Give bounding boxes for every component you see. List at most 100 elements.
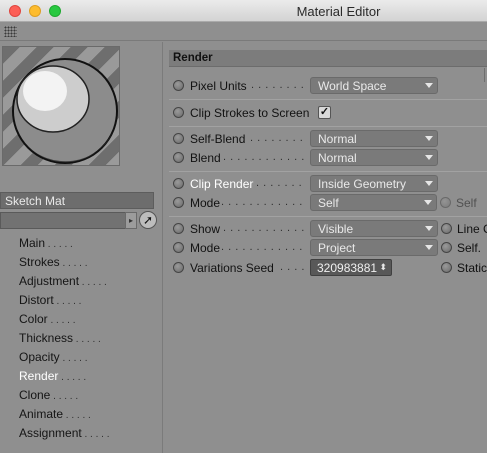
leader-dots: . . . . . bbox=[53, 296, 82, 307]
blend-dropdown[interactable]: Normal bbox=[310, 149, 438, 166]
line-option[interactable]: Line C bbox=[441, 220, 487, 238]
row-pixel-units: Pixel Units . . . . . . . . . . World Sp… bbox=[171, 77, 487, 95]
leader-dots: . . . . . bbox=[280, 261, 307, 273]
leader-dots: . . . . . . . . . . . . . . . . . bbox=[221, 241, 306, 253]
animate-radio[interactable] bbox=[173, 223, 184, 234]
chevron-down-icon bbox=[425, 245, 433, 250]
chevron-down-icon bbox=[425, 155, 433, 160]
stepper-icon[interactable]: ⬍ bbox=[379, 261, 387, 274]
row-show: Show . . . . . . . . . . . . . . . . . V… bbox=[171, 220, 487, 238]
material-preview[interactable] bbox=[2, 46, 120, 166]
self-label: Self. bbox=[457, 241, 482, 255]
leader-dots: . . . . . . . . . . . . . . . . . bbox=[223, 151, 306, 163]
nav-item-adjustment[interactable]: Adjustment . . . . . bbox=[19, 272, 159, 291]
animate-radio[interactable] bbox=[173, 152, 184, 163]
leader-dots: . . . . . bbox=[73, 334, 101, 345]
nav-item-color[interactable]: Color . . . . . bbox=[19, 310, 159, 329]
radio-icon bbox=[441, 242, 452, 253]
row-self-blend: Self-Blend . . . . . . . . . . Normal bbox=[171, 130, 487, 148]
pixel-units-value: World Space bbox=[318, 79, 387, 93]
self-blend-dropdown[interactable]: Normal bbox=[310, 130, 438, 147]
clip-self-option[interactable]: Self bbox=[440, 194, 487, 212]
clip-strokes-checkbox[interactable]: ✓ bbox=[318, 106, 331, 119]
self-blend-value: Normal bbox=[318, 132, 357, 146]
right-panel: Render Pixel Units . . . . . . . . . . W… bbox=[164, 42, 487, 453]
chevron-right-icon[interactable]: ▸ bbox=[125, 212, 137, 229]
sphere-preview-icon bbox=[12, 58, 118, 164]
left-panel: Sketch Mat ▸ ➚ Main . . . . . Strokes . .… bbox=[0, 42, 163, 453]
animate-radio[interactable] bbox=[173, 262, 184, 273]
nav-item-assignment[interactable]: Assignment . . . . . bbox=[19, 424, 159, 443]
static-label: Static bbox=[457, 261, 487, 275]
blend-value: Normal bbox=[318, 151, 357, 165]
show-label: Show bbox=[190, 222, 221, 236]
nav-item-main[interactable]: Main . . . . . bbox=[19, 234, 159, 253]
nav-item-clone[interactable]: Clone . . . . . bbox=[19, 386, 159, 405]
leader-dots: . . . . . bbox=[50, 391, 79, 402]
variations-seed-value: 320983881 bbox=[317, 261, 378, 275]
toolbar bbox=[0, 23, 487, 41]
animate-radio[interactable] bbox=[173, 107, 184, 118]
divider bbox=[484, 68, 485, 82]
leader-dots: . . . . . bbox=[59, 353, 88, 364]
pixel-units-dropdown[interactable]: World Space bbox=[310, 77, 438, 94]
show-mode-dropdown[interactable]: Project bbox=[310, 239, 438, 256]
leader-dots: . . . . . . . . . . . . . . . . . bbox=[223, 222, 306, 234]
material-name-field[interactable]: Sketch Mat bbox=[0, 192, 154, 209]
chevron-down-icon bbox=[424, 200, 432, 205]
nav-item-render[interactable]: Render . . . . . bbox=[19, 367, 159, 386]
leader-dots: . . . . . bbox=[59, 258, 88, 269]
nav-item-thickness[interactable]: Thickness . . . . . bbox=[19, 329, 159, 348]
row-clip-render: Clip Render . . . . . . . . . Inside Geo… bbox=[171, 175, 487, 193]
row-show-mode: Mode . . . . . . . . . . . . . . . . . P… bbox=[171, 239, 487, 257]
leader-dots: . . . . . . . . . . . . . . . . . bbox=[221, 196, 306, 208]
leader-dots: . . . . . bbox=[81, 429, 110, 440]
animate-radio[interactable] bbox=[173, 178, 184, 189]
divider bbox=[169, 126, 487, 127]
leader-dots: . . . . . . . . . . bbox=[250, 132, 306, 144]
animate-radio[interactable] bbox=[173, 80, 184, 91]
nav-item-animate[interactable]: Animate . . . . . bbox=[19, 405, 159, 424]
section-title: Render bbox=[169, 50, 487, 67]
static-option[interactable]: Static bbox=[441, 259, 487, 277]
nav-item-opacity[interactable]: Opacity . . . . . bbox=[19, 348, 159, 367]
radio-icon bbox=[441, 262, 452, 273]
line-label: Line C bbox=[457, 222, 487, 236]
divider bbox=[169, 99, 487, 100]
leader-dots: . . . . . bbox=[58, 372, 87, 383]
clip-mode-value: Self bbox=[318, 196, 339, 210]
show-value: Visible bbox=[318, 222, 354, 236]
animate-radio[interactable] bbox=[173, 242, 184, 253]
show-dropdown[interactable]: Visible bbox=[310, 220, 438, 237]
clip-strokes-label: Clip Strokes to Screen bbox=[190, 106, 310, 120]
arrow-pointer-icon[interactable]: ➚ bbox=[139, 211, 157, 229]
animate-radio[interactable] bbox=[173, 133, 184, 144]
window-title: Material Editor bbox=[296, 4, 381, 19]
leader-dots: . . . . . bbox=[79, 277, 107, 288]
divider bbox=[169, 171, 487, 172]
clip-mode-dropdown[interactable]: Self bbox=[310, 194, 437, 211]
window-titlebar: Material Editor bbox=[0, 0, 487, 22]
panel-grip-icon[interactable] bbox=[4, 26, 17, 37]
nav-list: Main . . . . . Strokes . . . . . Adjustmen… bbox=[19, 234, 159, 443]
clip-render-dropdown[interactable]: Inside Geometry bbox=[310, 175, 438, 192]
nav-item-strokes[interactable]: Strokes . . . . . bbox=[19, 253, 159, 272]
variations-seed-input[interactable]: 320983881 ⬍ bbox=[310, 259, 392, 276]
self-option[interactable]: Self. bbox=[441, 239, 487, 257]
row-clip-strokes: Clip Strokes to Screen ✓ bbox=[171, 104, 487, 122]
filter-input[interactable] bbox=[0, 212, 126, 229]
chevron-down-icon bbox=[425, 136, 433, 141]
nav-item-distort[interactable]: Distort . . . . . bbox=[19, 291, 159, 310]
leader-dots: . . . . . bbox=[47, 315, 76, 326]
variations-seed-label: Variations Seed bbox=[190, 261, 274, 275]
leader-dots: . . . . . bbox=[45, 239, 73, 250]
row-variations-seed: Variations Seed . . . . . 320983881 ⬍ bbox=[171, 259, 487, 277]
clip-render-value: Inside Geometry bbox=[318, 177, 407, 191]
chevron-down-icon bbox=[425, 226, 433, 231]
chevron-down-icon bbox=[425, 83, 433, 88]
animate-radio[interactable] bbox=[173, 197, 184, 208]
chevron-down-icon bbox=[425, 181, 433, 186]
show-mode-value: Project bbox=[318, 241, 356, 255]
leader-dots: . . . . . . . . . bbox=[256, 177, 306, 189]
show-mode-label: Mode bbox=[190, 241, 221, 255]
